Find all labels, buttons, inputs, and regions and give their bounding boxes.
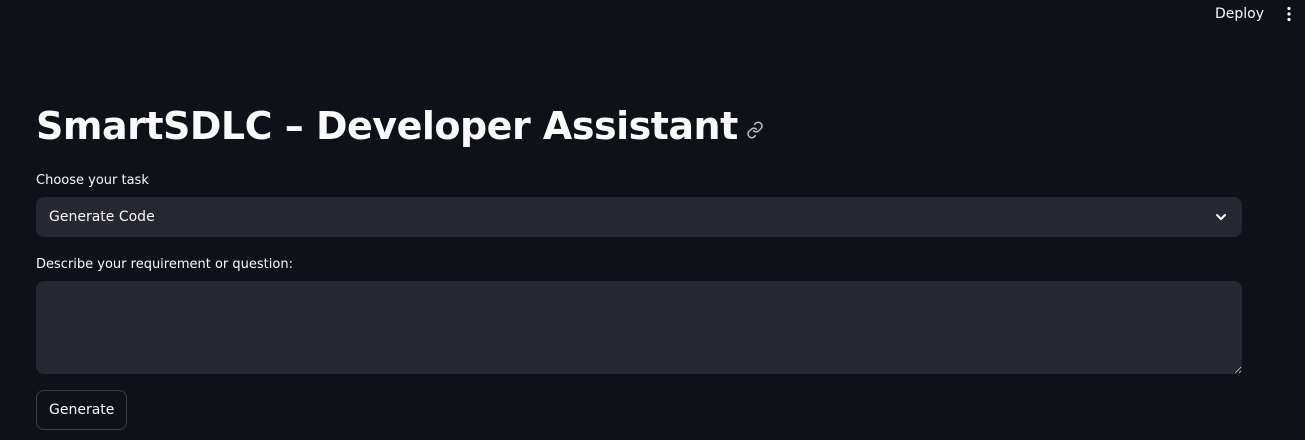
page-title: SmartSDLC – Developer Assistant — [36, 104, 738, 148]
generate-button[interactable]: Generate — [36, 390, 128, 430]
link-icon[interactable] — [746, 121, 764, 139]
app-header: Deploy — [0, 0, 1305, 28]
page-title-row: SmartSDLC – Developer Assistant — [36, 102, 764, 150]
task-select[interactable]: Generate Code — [36, 197, 1242, 237]
requirement-textarea[interactable] — [36, 281, 1242, 374]
deploy-button[interactable]: Deploy — [1215, 5, 1264, 23]
requirement-label: Describe your requirement or question: — [36, 257, 293, 272]
chevron-down-icon — [1216, 214, 1226, 220]
task-select-value: Generate Code — [49, 209, 155, 225]
task-select-label: Choose your task — [36, 173, 149, 188]
kebab-menu-icon[interactable] — [1283, 6, 1295, 22]
